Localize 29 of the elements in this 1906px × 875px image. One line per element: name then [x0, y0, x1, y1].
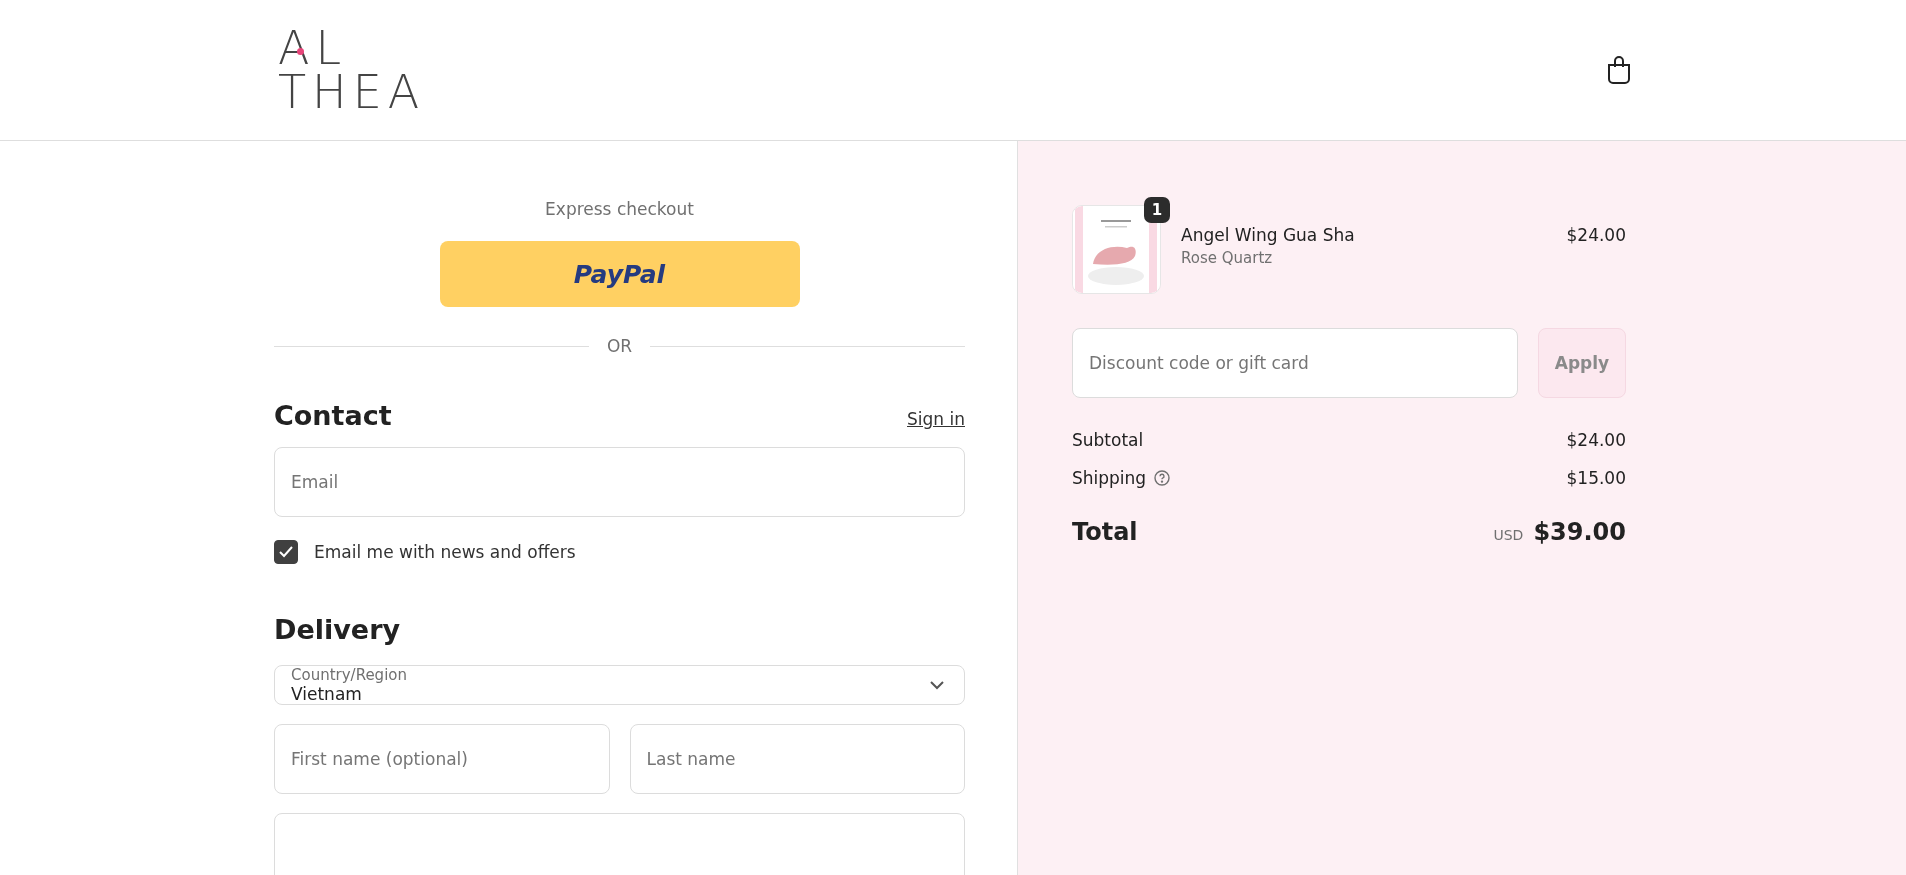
contact-heading: Contact: [274, 400, 392, 431]
address-field[interactable]: [274, 813, 965, 875]
total-label: Total: [1072, 518, 1138, 546]
express-checkout-title: Express checkout: [545, 199, 694, 219]
first-name-field[interactable]: First name (optional): [274, 724, 610, 794]
summary-value: $15.00: [1566, 468, 1626, 488]
last-name-field[interactable]: Last name: [629, 724, 965, 794]
country-select[interactable]: Country/Region Vietnam: [274, 665, 965, 705]
chevron-down-icon: [930, 680, 944, 690]
quantity-badge: 1: [1144, 197, 1170, 223]
email-field[interactable]: Email: [274, 447, 965, 517]
summary-value: $24.00: [1566, 430, 1626, 450]
shopping-bag-icon[interactable]: [1606, 55, 1632, 85]
newsletter-checkbox[interactable]: [274, 540, 298, 564]
or-divider-text: OR: [606, 336, 633, 356]
product-name: Angel Wing Gua Sha: [1181, 225, 1356, 245]
product-price: $24.00: [1566, 224, 1626, 245]
delivery-heading: Delivery: [274, 614, 401, 645]
currency-code: USD: [1493, 527, 1524, 543]
total-amount: $39.00: [1533, 518, 1626, 546]
summary-label: Shipping: [1072, 468, 1147, 488]
checkmark-icon: [279, 546, 293, 558]
help-icon[interactable]: [1154, 470, 1171, 486]
summary-label: Subtotal: [1072, 430, 1144, 450]
paypal-button[interactable]: PayPal: [439, 241, 800, 307]
newsletter-label: Email me with news and offers: [314, 542, 576, 562]
discount-code-field[interactable]: Discount code or gift card: [1072, 328, 1518, 398]
product-variant: Rose Quartz: [1181, 249, 1274, 267]
sign-in-link[interactable]: Sign in: [907, 409, 965, 429]
